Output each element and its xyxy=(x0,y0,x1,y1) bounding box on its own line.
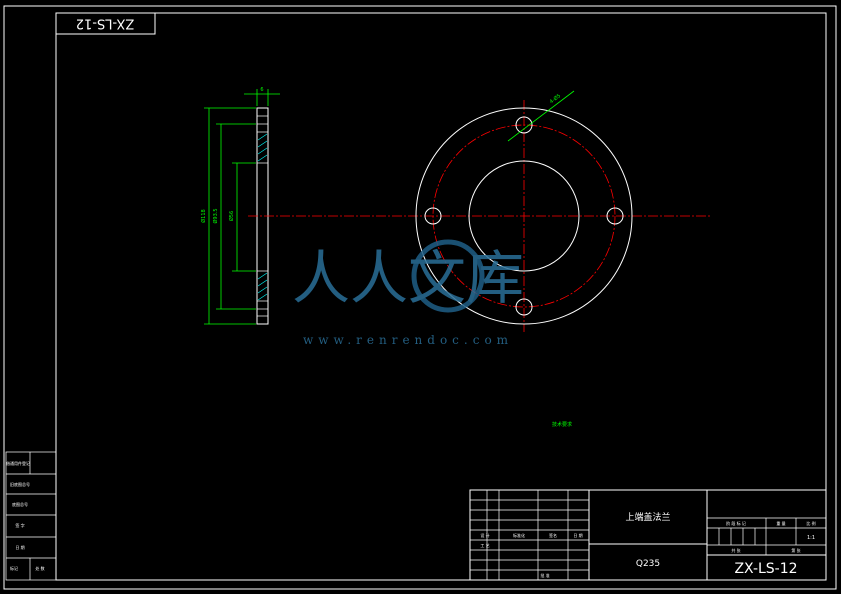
strip-r6b: 处 数 xyxy=(35,565,44,571)
tb-sheet-of: 第 张 xyxy=(791,547,800,553)
tb-stage-mark: 阶 段 标 记 xyxy=(726,520,746,526)
top-code-box: ZX-LS-12 xyxy=(55,12,156,35)
hatch-lower xyxy=(257,272,268,301)
material: Q235 xyxy=(636,559,660,569)
watermark: 人人文库 www.renrendoc.com xyxy=(292,239,524,347)
tb-scale: 比 例 xyxy=(806,520,815,526)
top-drawing-code: ZX-LS-12 xyxy=(76,16,135,31)
title-block: 设 计 标准化 签名 日 期 工 艺 批 准 上端盖法兰 Q235 阶 段 标 … xyxy=(469,489,827,581)
strip-r4: 签 字 xyxy=(15,522,24,528)
strip-r3: 底图总号 xyxy=(12,501,28,507)
dim-pcd: Ø93.5 xyxy=(212,208,219,223)
strip-r6a: 标记 xyxy=(10,565,18,571)
tb-signed: 签名 xyxy=(549,532,557,538)
tb-sheets: 共 张 xyxy=(731,547,740,553)
drawing-code: ZX-LS-12 xyxy=(734,561,797,577)
dim-outer-dia: Ø118 xyxy=(200,209,207,222)
hatch-upper xyxy=(257,133,268,162)
tb-weight: 重 量 xyxy=(776,520,785,526)
watermark-url: www.renrendoc.com xyxy=(303,333,513,347)
tb-design: 设 计 xyxy=(480,532,489,538)
strip-r2: 旧底图总号 xyxy=(10,481,30,487)
dim-thickness: 6 xyxy=(260,87,263,93)
watermark-brand: 人人文库 xyxy=(292,244,524,312)
dim-bore: Ø56 xyxy=(228,211,235,221)
tb-scale-value: 1:1 xyxy=(807,535,815,541)
left-strip-table: 借通用件登记 旧底图总号 底图总号 签 字 日 期 标记 处 数 xyxy=(5,451,57,581)
technical-note: 技术要求 xyxy=(552,421,572,428)
cad-drawing-canvas: ZX-LS-12 6 Ø118 Ø93.5 Ø56 4-Ø5 技术要求 借通用件… xyxy=(3,5,837,590)
dim-holes: 4-Ø5 xyxy=(548,92,562,105)
strip-r1: 借通用件登记 xyxy=(6,460,30,466)
tb-date: 日 期 xyxy=(573,532,582,538)
side-view: 6 Ø118 Ø93.5 Ø56 xyxy=(200,87,280,325)
strip-r5: 日 期 xyxy=(15,544,24,550)
tb-std: 标准化 xyxy=(513,532,525,538)
part-name: 上端盖法兰 xyxy=(625,511,670,523)
tb-approve: 批 准 xyxy=(540,572,549,578)
tb-process: 工 艺 xyxy=(480,543,489,548)
